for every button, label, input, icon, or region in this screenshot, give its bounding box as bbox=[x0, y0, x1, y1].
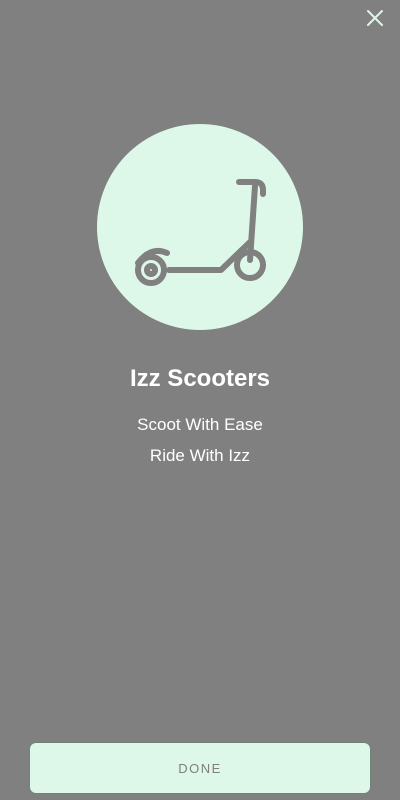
tagline-2: Ride With Izz bbox=[149, 446, 251, 465]
close-icon[interactable] bbox=[365, 8, 385, 28]
close-button[interactable] bbox=[358, 4, 392, 32]
app-title: Izz Scooters bbox=[129, 365, 271, 392]
tagline-1: Scoot With Ease bbox=[137, 415, 263, 434]
scooter-icon bbox=[135, 179, 266, 286]
hero-circle bbox=[97, 124, 303, 330]
done-button[interactable]: DONE bbox=[29, 742, 371, 794]
